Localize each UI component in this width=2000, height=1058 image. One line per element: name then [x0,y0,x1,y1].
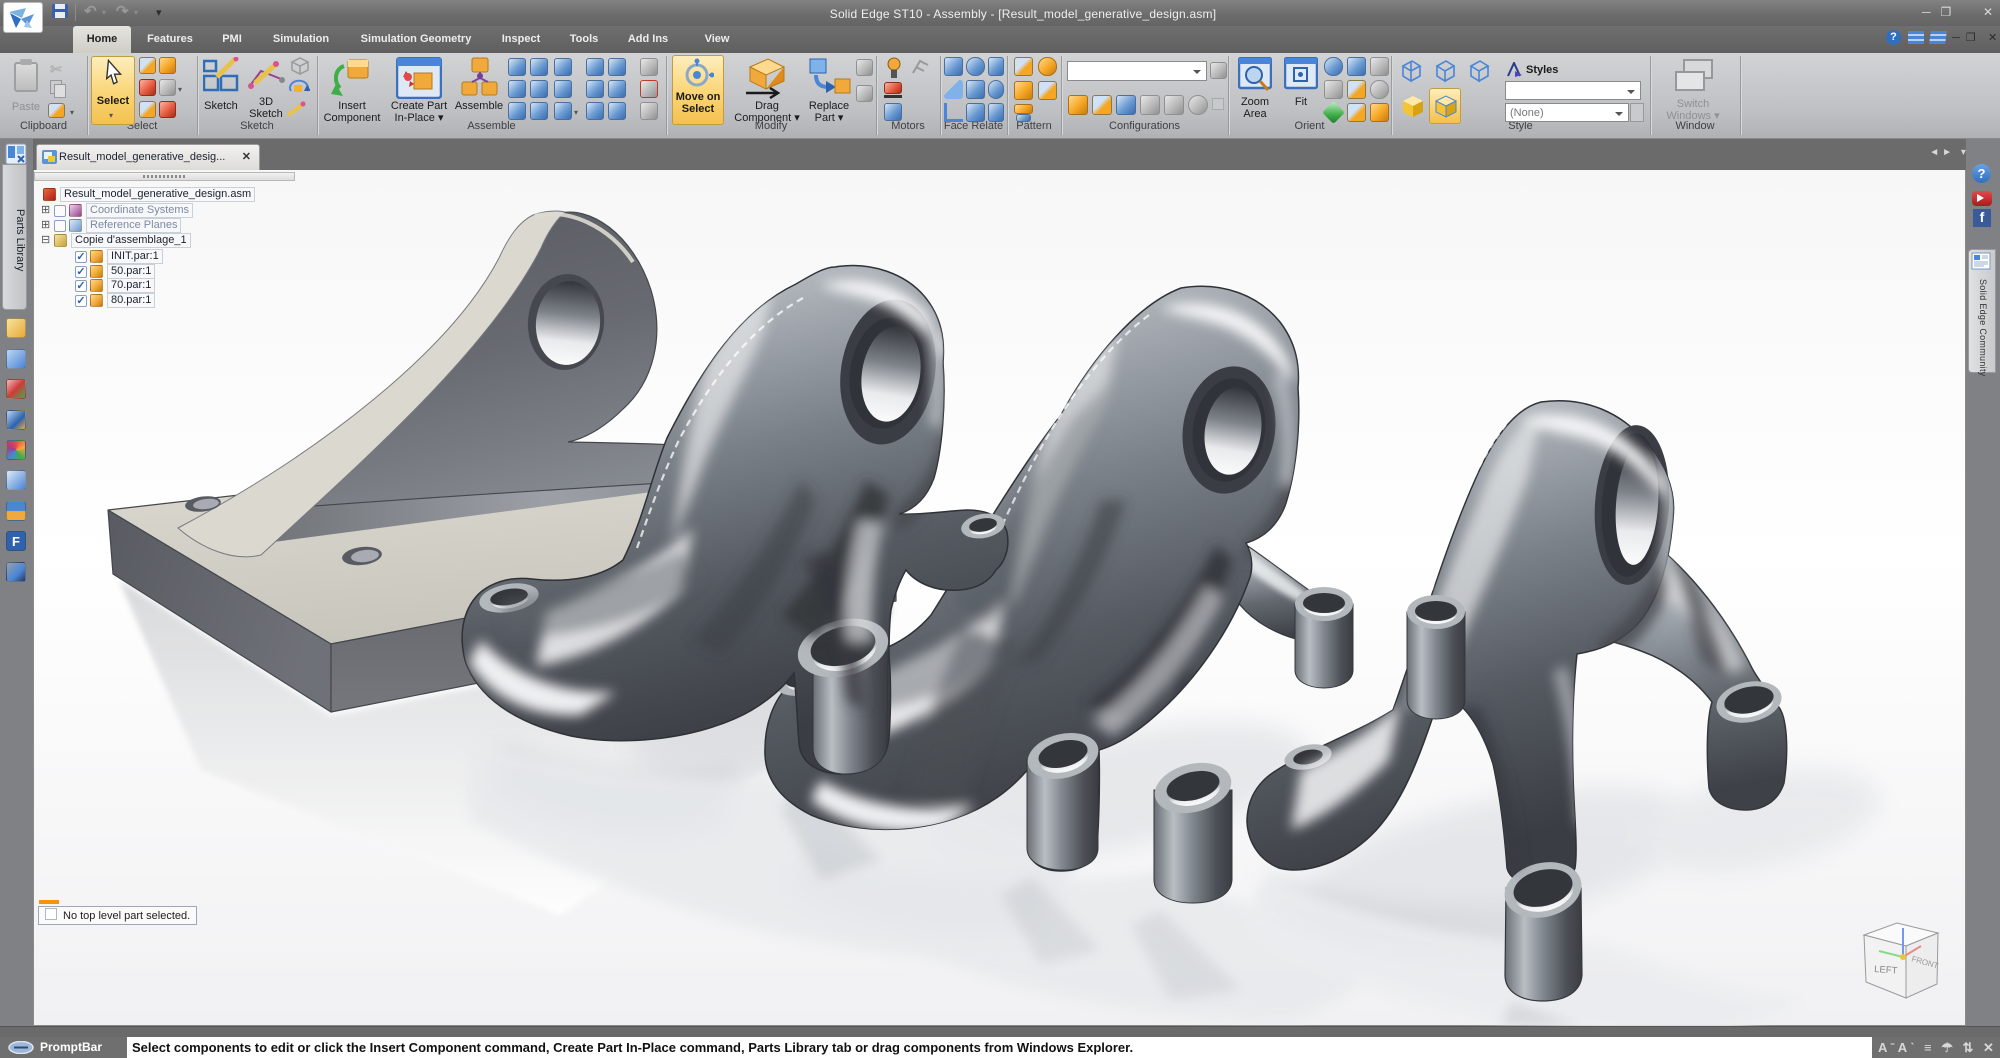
svg-text:LEFT: LEFT [1874,964,1898,977]
